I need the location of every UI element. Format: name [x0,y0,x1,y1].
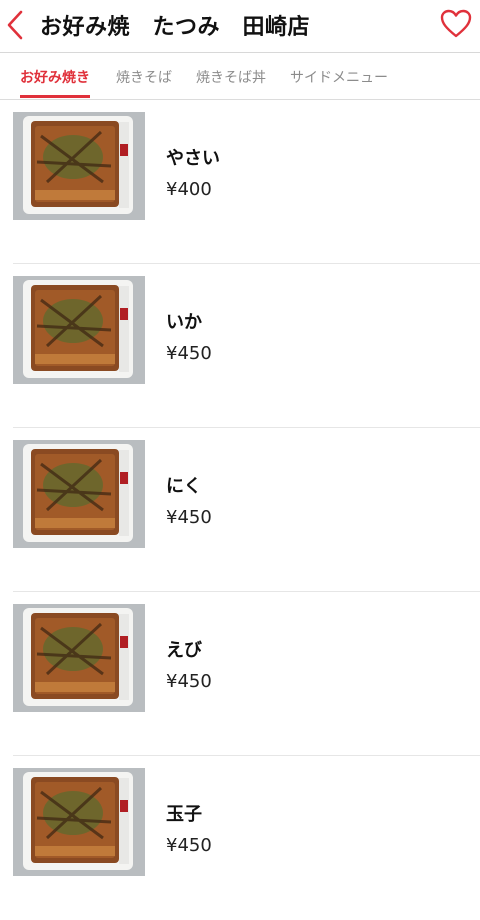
favorite-button[interactable] [440,8,472,40]
menu-item-price: ¥450 [166,671,212,692]
menu-item-photo [13,440,145,548]
menu-item[interactable]: えび ¥450 [0,592,480,756]
back-button[interactable] [4,8,28,42]
header-bar: お好み焼 たつみ 田崎店 [0,0,480,53]
tab-side-menu[interactable]: サイドメニュー [290,67,388,87]
menu-item-name: いか [166,312,202,333]
tab-yakisoba[interactable]: 焼きそば [116,67,172,87]
menu-item-name: 玉子 [166,804,202,825]
menu-item[interactable]: 玉子 ¥450 [0,756,480,920]
menu-item-photo [13,604,145,712]
menu-item-price: ¥450 [166,507,212,528]
menu-item-name: えび [166,640,202,661]
tab-yakisoba-don[interactable]: 焼きそば丼 [196,67,266,87]
tab-okonomiyaki[interactable]: お好み焼き [20,67,90,87]
page-title: お好み焼 たつみ 田崎店 [40,15,311,40]
menu-item-name: やさい [166,148,220,169]
menu-item[interactable]: やさい ¥400 [0,100,480,264]
active-tab-indicator [20,95,90,98]
menu-item-price: ¥400 [166,179,212,200]
heart-icon [440,9,472,38]
menu-item[interactable]: いか ¥450 [0,264,480,428]
menu-item-price: ¥450 [166,343,212,364]
menu-item[interactable]: にく ¥450 [0,428,480,592]
menu-item-name: にく [166,476,202,497]
chevron-left-icon [7,10,23,40]
menu-item-photo [13,276,145,384]
menu-item-list: やさい ¥400 いか ¥450 にく ¥450 えび ¥450 玉子 ¥450 [0,100,480,920]
menu-item-photo [13,112,145,220]
menu-item-photo [13,768,145,876]
menu-item-price: ¥450 [166,835,212,856]
category-tabs: お好み焼き 焼きそば 焼きそば丼 サイドメニュー [0,53,480,100]
